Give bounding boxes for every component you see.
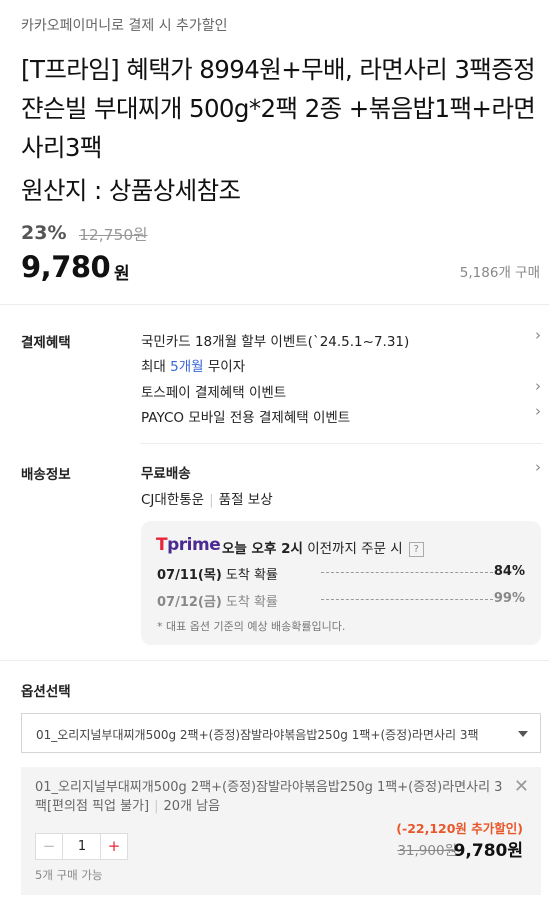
cart-original-price: 31,900원 [397, 843, 457, 859]
tprime-message: 오늘 오후 2시 이전까지 주문 시? [222, 537, 424, 557]
purchase-limit: 5개 구매 가능 [35, 868, 103, 882]
section-divider [140, 443, 542, 444]
payment-benefit-text: 토스페이 결제혜택 이벤트 [141, 385, 287, 401]
extra-discount: (-22,120원 추가할인) [396, 821, 523, 836]
increase-button[interactable]: + [100, 834, 127, 859]
chevron-right-icon[interactable]: › [535, 402, 541, 420]
payment-benefit-tosspay[interactable]: 토스페이 결제혜택 이벤트 [141, 381, 541, 401]
sale-price-unit: 원 [114, 264, 130, 284]
product-title: [T프라임] 혜택가 8994원+무배, 라면사리 3팩증정 쟌슨빌 부대찌개 … [21, 55, 536, 162]
arrival-label: 도착 확률 [225, 595, 278, 610]
payment-benefits-label: 결제혜택 [21, 335, 71, 351]
sales-count: 5,186개 구매 [459, 265, 540, 281]
shipping-carrier: CJ대한통운 | 품절 보상 [141, 488, 273, 508]
interest-free-months: 5개월 [170, 359, 204, 375]
options-title: 옵션선택 [21, 684, 71, 700]
arrival-date: 07/12(금) [157, 595, 222, 610]
free-shipping[interactable]: 무료배송 [141, 462, 191, 482]
chevron-right-icon[interactable]: › [535, 326, 541, 344]
option-select-value: 01_오리지널부대찌개500g 2팩+(증정)잠발라야볶음밥250g 1팩+(증… [36, 728, 479, 742]
quantity-stepper: − 1 + [35, 833, 128, 860]
quantity-input[interactable]: 1 [63, 834, 101, 859]
dotted-leader [321, 572, 493, 573]
original-price: 12,750원 [79, 226, 148, 244]
chevron-right-icon[interactable]: › [535, 458, 541, 476]
payment-benefit-interest-free: 최대 5개월 무이자 [141, 359, 246, 375]
payment-benefit-kb-card[interactable]: 국민카드 18개월 할부 이벤트(`24.5.1~7.31) [141, 330, 541, 350]
cart-final-price: 9,780원 [453, 841, 523, 861]
section-divider [0, 660, 549, 661]
caret-down-icon [518, 731, 528, 737]
payment-benefit-text: PAYCO 모바일 전용 결제혜택 이벤트 [141, 410, 351, 426]
arrival-percent: 84% [493, 564, 525, 579]
section-divider [0, 304, 549, 305]
arrival-label: 도착 확률 [225, 568, 278, 583]
soldout-guarantee: 품절 보상 [218, 492, 273, 508]
tprime-note: * 대표 옵션 기준의 예상 배송확률입니다. [157, 620, 346, 633]
arrival-percent: 99% [493, 591, 525, 606]
separator: | [154, 799, 159, 814]
help-icon[interactable]: ? [408, 541, 424, 557]
arrival-probability-row: 07/12(금) 도착 확률 99% [157, 591, 527, 610]
payment-benefit-text: 국민카드 18개월 할부 이벤트(`24.5.1~7.31) [141, 334, 410, 350]
cart-item: 01_오리지널부대찌개500g 2팩+(증정)잠발라야볶음밥250g 1팩+(증… [21, 767, 541, 895]
close-icon[interactable]: ✕ [514, 776, 529, 797]
discount-rate: 23% [21, 222, 67, 244]
separator: | [209, 492, 214, 508]
payment-benefit-payco[interactable]: PAYCO 모바일 전용 결제혜택 이벤트 [141, 406, 541, 426]
chevron-right-icon[interactable]: › [535, 377, 541, 395]
arrival-date: 07/11(목) [157, 568, 222, 583]
sale-price: 9,780 [21, 250, 111, 284]
cart-item-stock: 20개 남음 [163, 799, 221, 814]
dotted-leader [321, 599, 493, 600]
promo-text: 카카오페이머니로 결제 시 추가할인 [21, 18, 228, 34]
arrival-probability-row: 07/11(목) 도착 확률 84% [157, 564, 527, 583]
cart-item-name: 01_오리지널부대찌개500g 2팩+(증정)잠발라야볶음밥250g 1팩+(증… [35, 780, 503, 814]
tprime-delivery-box: Tprime 오늘 오후 2시 이전까지 주문 시? 07/11(목) 도착 확… [141, 521, 541, 645]
carrier-name: CJ대한통운 [141, 492, 205, 508]
shipping-info-label: 배송정보 [21, 467, 71, 483]
decrease-button[interactable]: − [36, 834, 63, 859]
tprime-logo: Tprime [156, 535, 221, 555]
option-select[interactable]: 01_오리지널부대찌개500g 2팩+(증정)잠발라야볶음밥250g 1팩+(증… [21, 713, 541, 753]
product-origin: 원산지 : 상품상세참조 [21, 176, 241, 205]
